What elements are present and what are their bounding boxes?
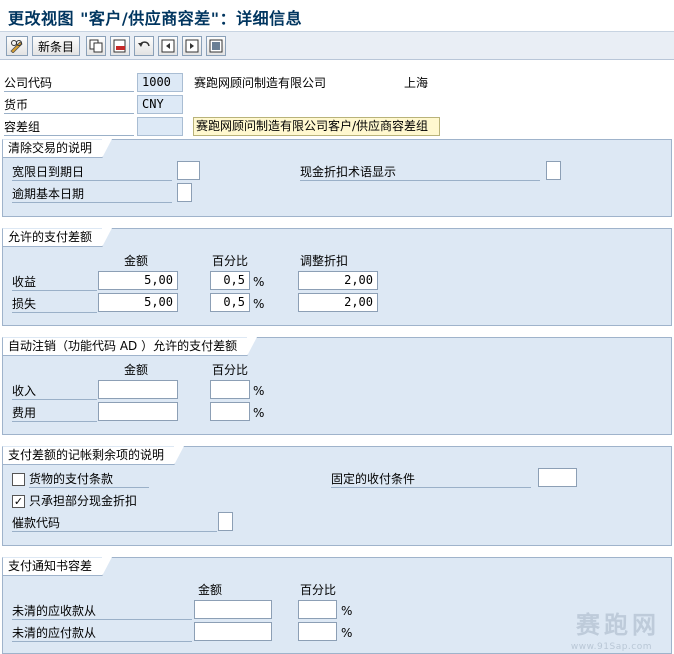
receivable-percent-field[interactable] — [298, 600, 337, 619]
auto-writeoff-title: 自动注销（功能代码 AD ）允许的支付差额 — [2, 337, 258, 356]
tolerance-group-field[interactable] — [137, 117, 183, 136]
next-entry-icon — [185, 39, 199, 53]
expense-amount-field[interactable] — [98, 402, 178, 421]
expense-label: 费用 — [12, 405, 97, 422]
revenue-amount-field[interactable] — [98, 380, 178, 399]
clearing-group: 清除交易的说明 宽限日到期日 现金折扣术语显示 逾期基本日期 — [2, 139, 672, 217]
payable-amount-field[interactable] — [194, 622, 272, 641]
residual-items-title: 支付差额的记帐剩余项的说明 — [2, 446, 185, 465]
application-toolbar: 新条目 — [0, 32, 674, 60]
company-name-text: 赛跑网顾问制造有限公司 — [194, 76, 327, 90]
auto-writeoff-group: 自动注销（功能代码 AD ）允许的支付差额 金额 百分比 收入 % 费用 % — [2, 337, 672, 435]
page-title: 更改视图 "客户/供应商容差"：详细信息 — [8, 9, 303, 28]
grace-days-field[interactable] — [177, 161, 200, 180]
loss-amount-field[interactable]: 5,00 — [98, 293, 178, 312]
new-entries-button[interactable]: 新条目 — [32, 36, 80, 56]
currency-label: 货币 — [4, 97, 134, 114]
previous-entry-button[interactable] — [158, 36, 178, 56]
copy-button[interactable] — [86, 36, 106, 56]
permitted-differences-title: 允许的支付差额 — [2, 228, 113, 247]
select-all-icon — [209, 39, 223, 53]
previous-entry-icon — [161, 39, 175, 53]
loss-percent-field[interactable]: 0,5 — [210, 293, 250, 312]
revenue-percent-symbol: % — [253, 384, 265, 398]
percent-column-header: 百分比 — [212, 254, 249, 268]
select-all-button[interactable] — [206, 36, 226, 56]
watermark-logo: 赛跑网 — [576, 611, 660, 639]
partial-discount-checkbox[interactable]: ✓ — [12, 495, 25, 508]
delete-icon — [113, 39, 126, 53]
payable-percent-field[interactable] — [298, 622, 337, 641]
delete-button[interactable] — [110, 36, 130, 56]
fixed-terms-field[interactable] — [538, 468, 577, 487]
undo-icon — [138, 41, 150, 47]
permitted-differences-group: 允许的支付差额 金额 百分比 调整折扣 收益 5,00 0,5 % 2,00 损… — [2, 228, 672, 326]
goods-terms-label: 货物的支付条款 — [29, 471, 149, 488]
cash-discount-field[interactable] — [546, 161, 561, 180]
writeoff-amount-column-header: 金额 — [124, 363, 149, 377]
payable-label: 未清的应付款从 — [12, 625, 192, 642]
gain-adjust-field[interactable]: 2,00 — [298, 271, 378, 290]
gain-percent-symbol: % — [253, 275, 265, 289]
arrears-base-label: 逾期基本日期 — [12, 186, 172, 203]
payment-advice-group: 支付通知书容差 金额 百分比 未清的应收款从 % 未清的应付款从 % — [2, 557, 672, 654]
company-code-label: 公司代码 — [4, 75, 134, 92]
revenue-label: 收入 — [12, 383, 97, 400]
city-text: 上海 — [404, 76, 429, 90]
fixed-terms-label: 固定的收付条件 — [331, 471, 531, 488]
dunning-key-label: 催款代码 — [12, 515, 217, 532]
tolerance-group-label: 容差组 — [4, 119, 134, 136]
adjust-discount-column-header: 调整折扣 — [300, 254, 349, 268]
advice-percent-column-header: 百分比 — [300, 583, 337, 597]
loss-percent-symbol: % — [253, 297, 265, 311]
receivable-percent-symbol: % — [341, 604, 353, 618]
arrears-base-field[interactable] — [177, 183, 192, 202]
goods-terms-checkbox[interactable] — [12, 473, 25, 486]
next-entry-button[interactable] — [182, 36, 202, 56]
partial-discount-label: 只承担部分现金折扣 — [29, 494, 138, 508]
payment-advice-title: 支付通知书容差 — [2, 557, 113, 576]
title-bar: 更改视图 "客户/供应商容差"：详细信息 — [0, 0, 674, 32]
pencil-glasses-icon — [10, 40, 23, 53]
cash-discount-label: 现金折扣术语显示 — [300, 164, 540, 181]
writeoff-percent-column-header: 百分比 — [212, 363, 249, 377]
detail-area: 公司代码 1000 赛跑网顾问制造有限公司 上海 货币 CNY 容差组 赛跑网顾… — [0, 60, 674, 654]
receivable-label: 未清的应收款从 — [12, 603, 192, 620]
payable-percent-symbol: % — [341, 626, 353, 640]
dunning-key-field[interactable] — [218, 512, 233, 531]
receivable-amount-field[interactable] — [194, 600, 272, 619]
company-code-field[interactable]: 1000 — [137, 73, 183, 92]
loss-label: 损失 — [12, 296, 97, 313]
expense-percent-field[interactable] — [210, 402, 250, 421]
expense-percent-symbol: % — [253, 406, 265, 420]
gain-amount-field[interactable]: 5,00 — [98, 271, 178, 290]
copy-icon — [89, 39, 103, 53]
amount-column-header: 金额 — [124, 254, 149, 268]
tolerance-group-description[interactable]: 赛跑网顾问制造有限公司客户/供应商容差组 — [193, 117, 440, 136]
undo-button[interactable] — [134, 36, 154, 56]
watermark-url: www.91Sap.com — [570, 642, 652, 652]
revenue-percent-field[interactable] — [210, 380, 250, 399]
gain-percent-field[interactable]: 0,5 — [210, 271, 250, 290]
loss-adjust-field[interactable]: 2,00 — [298, 293, 378, 312]
grace-days-label: 宽限日到期日 — [12, 164, 172, 181]
advice-amount-column-header: 金额 — [198, 583, 223, 597]
gain-label: 收益 — [12, 274, 97, 291]
residual-items-group: 支付差额的记帐剩余项的说明 货物的支付条款 固定的收付条件 ✓ 只承担部分现金折… — [2, 446, 672, 546]
clearing-group-title: 清除交易的说明 — [2, 139, 113, 158]
display-change-button[interactable] — [6, 36, 28, 56]
currency-field[interactable]: CNY — [137, 95, 183, 114]
